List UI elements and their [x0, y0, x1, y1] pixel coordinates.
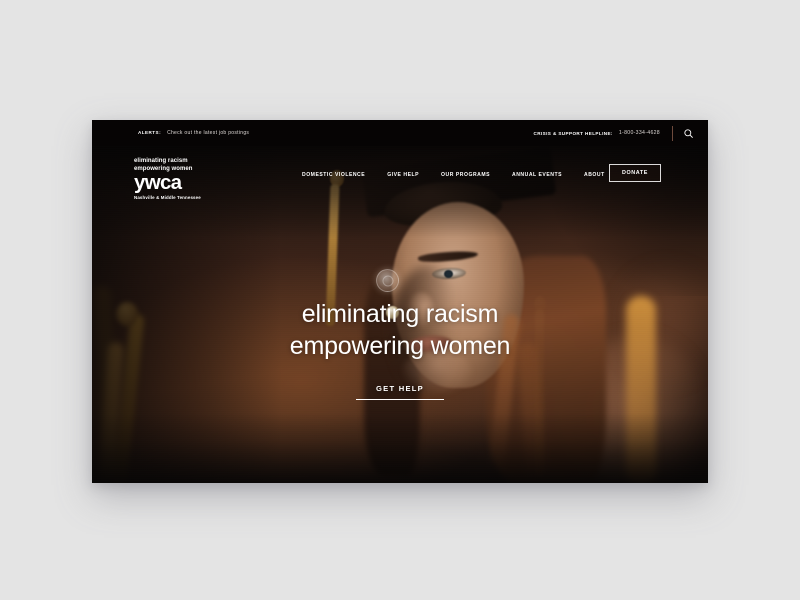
donate-label: DONATE	[622, 170, 648, 176]
alert-bar: ALERTS: Check out the latest job posting…	[92, 120, 708, 146]
nav-item-our-programs[interactable]: OUR PROGRAMS	[441, 172, 490, 178]
helpline-group: CRISIS & SUPPORT HELPLINE: 1-800-334-462…	[533, 125, 694, 141]
site-navigation: eliminating racism empowering women ywca…	[92, 146, 708, 200]
get-help-label: GET HELP	[376, 384, 424, 393]
alerts-label: ALERTS:	[138, 130, 162, 135]
topbar-divider	[672, 125, 673, 141]
logo-tagline-line-1: eliminating racism	[134, 158, 188, 164]
hero-copy: eliminating racism empowering women GET …	[92, 298, 708, 401]
search-button[interactable]	[683, 128, 694, 139]
website-preview-card: ALERTS: Check out the latest job posting…	[92, 120, 708, 483]
media-play-circle[interactable]	[376, 269, 399, 292]
get-help-underline	[356, 399, 444, 401]
helpline-label: CRISIS & SUPPORT HELPLINE:	[533, 130, 613, 136]
hero-headline-line-2: empowering women	[289, 332, 511, 360]
nav-item-annual-events[interactable]: ANNUAL EVENTS	[512, 172, 562, 178]
donate-button[interactable]: DONATE	[609, 164, 661, 182]
alerts-message[interactable]: Check out the latest job postings	[167, 130, 249, 136]
get-help-button[interactable]: GET HELP	[356, 384, 444, 401]
logo-region: Nashville & Middle Tennessee	[134, 195, 201, 201]
hero-headline-line-1: eliminating racism	[301, 300, 499, 328]
nav-links: DOMESTIC VIOLENCE GIVE HELP OUR PROGRAMS…	[302, 172, 605, 178]
nav-item-domestic-violence[interactable]: DOMESTIC VIOLENCE	[302, 172, 365, 178]
alert-message-group[interactable]: ALERTS: Check out the latest job posting…	[138, 130, 249, 136]
nav-item-give-help[interactable]: GIVE HELP	[387, 172, 419, 178]
logo-wordmark: ywca	[134, 171, 182, 195]
ywca-logo[interactable]: eliminating racism empowering women ywca…	[134, 158, 201, 200]
helpline-number[interactable]: 1-800-334-4628	[619, 130, 660, 136]
nav-item-about[interactable]: ABOUT	[584, 172, 605, 178]
search-icon	[684, 128, 693, 138]
